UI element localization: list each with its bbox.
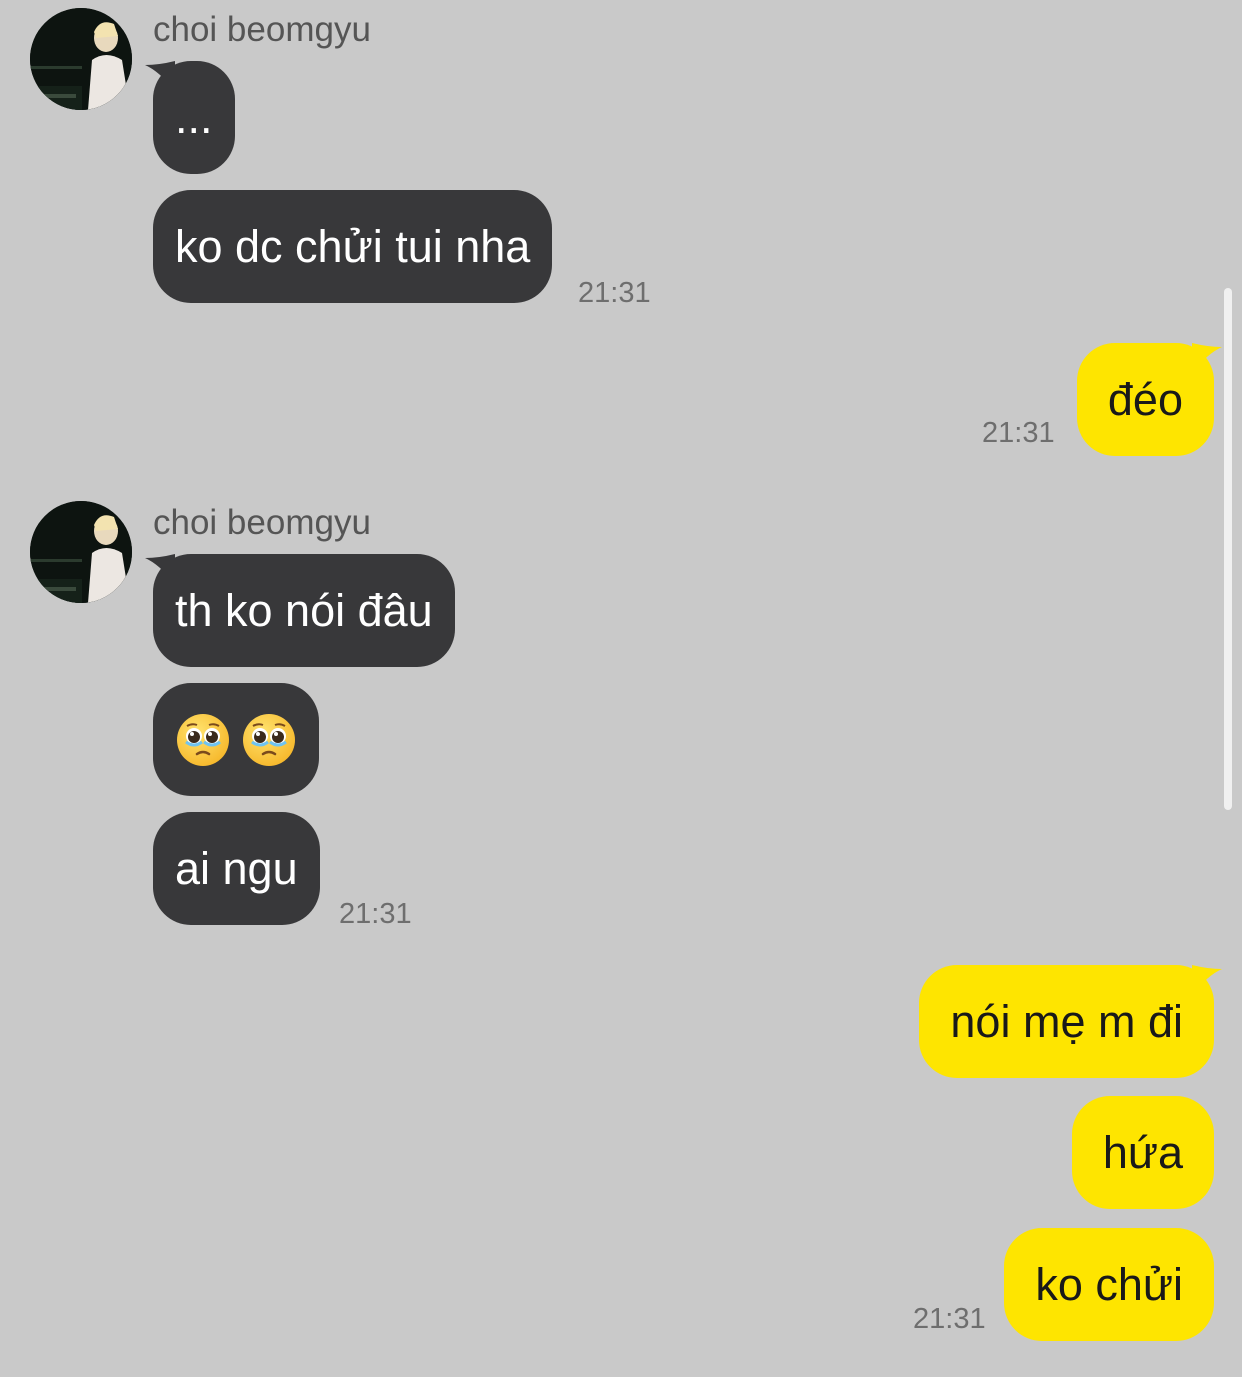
incoming-message-bubble[interactable]: ko dc chửi tui nha <box>153 190 553 303</box>
message-text: ai ngu <box>175 843 298 894</box>
incoming-message-bubble[interactable]: ai ngu <box>153 812 320 925</box>
outgoing-message-bubble[interactable]: ko chửi <box>1004 1228 1214 1341</box>
message-text: th ko nói đâu <box>175 585 433 636</box>
incoming-message-bubble[interactable]: ... <box>145 61 235 174</box>
message-text: nói mẹ m đi <box>950 996 1183 1047</box>
outgoing-message-bubble[interactable]: hứa <box>1071 1096 1214 1209</box>
message-text: hứa <box>1102 1127 1183 1178</box>
message-text: ... <box>175 92 213 143</box>
message-text: đéo <box>1107 374 1183 425</box>
face-holding-back-tears-icon <box>177 714 229 767</box>
bubble-tail <box>1192 965 1222 995</box>
message-timestamp: 21:31 <box>578 277 651 309</box>
incoming-message-bubble[interactable]: th ko nói đâu <box>145 554 455 667</box>
scrollbar[interactable] <box>1224 288 1232 810</box>
message-timestamp: 21:31 <box>913 1303 986 1335</box>
bubble-tail <box>1192 343 1222 373</box>
message-timestamp: 21:31 <box>982 417 1055 449</box>
sender-avatar[interactable] <box>30 501 132 603</box>
message-text: ko dc chửi tui nha <box>175 221 531 272</box>
sender-name: choi beomgyu <box>153 10 371 49</box>
message-text: ko chửi <box>1035 1259 1183 1310</box>
face-holding-back-tears-icon <box>243 714 295 767</box>
bubble-tail <box>145 554 175 584</box>
sender-avatar[interactable] <box>30 8 132 110</box>
message-timestamp: 21:31 <box>339 898 412 930</box>
outgoing-message-bubble[interactable]: nói mẹ m đi <box>919 965 1222 1078</box>
outgoing-message-bubble[interactable]: đéo <box>1076 343 1222 456</box>
incoming-emoji-bubble[interactable] <box>153 683 319 796</box>
sender-name: choi beomgyu <box>153 503 371 542</box>
bubble-tail <box>145 61 175 91</box>
